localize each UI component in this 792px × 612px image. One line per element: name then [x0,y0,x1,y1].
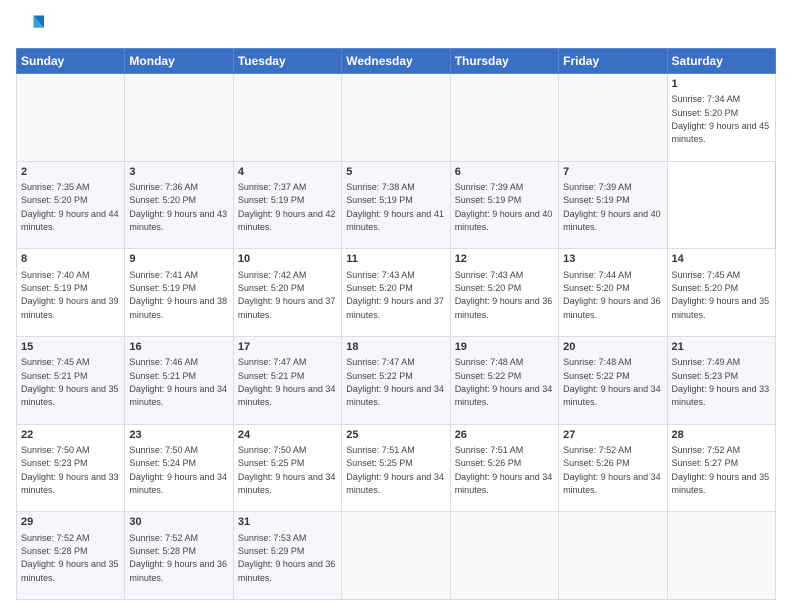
day-cell-13: 13Sunrise: 7:44 AMSunset: 5:20 PMDayligh… [559,249,667,337]
day-cell-17: 17Sunrise: 7:47 AMSunset: 5:21 PMDayligh… [233,336,341,424]
day-cell-19: 19Sunrise: 7:48 AMSunset: 5:22 PMDayligh… [450,336,558,424]
day-cell-25: 25Sunrise: 7:51 AMSunset: 5:25 PMDayligh… [342,424,450,512]
empty-cell [342,74,450,162]
day-cell-20: 20Sunrise: 7:48 AMSunset: 5:22 PMDayligh… [559,336,667,424]
empty-cell [559,74,667,162]
empty-cell [233,74,341,162]
calendar-week-1: 2Sunrise: 7:35 AMSunset: 5:20 PMDaylight… [17,161,776,249]
day-cell-21: 21Sunrise: 7:49 AMSunset: 5:23 PMDayligh… [667,336,775,424]
day-cell-2: 2Sunrise: 7:35 AMSunset: 5:20 PMDaylight… [17,161,125,249]
header [16,12,776,40]
calendar: SundayMondayTuesdayWednesdayThursdayFrid… [16,48,776,600]
calendar-week-3: 15Sunrise: 7:45 AMSunset: 5:21 PMDayligh… [17,336,776,424]
calendar-week-5: 29Sunrise: 7:52 AMSunset: 5:28 PMDayligh… [17,512,776,600]
day-cell-22: 22Sunrise: 7:50 AMSunset: 5:23 PMDayligh… [17,424,125,512]
day-cell-3: 3Sunrise: 7:36 AMSunset: 5:20 PMDaylight… [125,161,233,249]
logo-icon [16,12,44,40]
empty-cell [450,512,558,600]
day-cell-12: 12Sunrise: 7:43 AMSunset: 5:20 PMDayligh… [450,249,558,337]
page: SundayMondayTuesdayWednesdayThursdayFrid… [0,0,792,612]
calendar-header-row: SundayMondayTuesdayWednesdayThursdayFrid… [17,49,776,74]
day-cell-8: 8Sunrise: 7:40 AMSunset: 5:19 PMDaylight… [17,249,125,337]
empty-cell [17,74,125,162]
day-cell-27: 27Sunrise: 7:52 AMSunset: 5:26 PMDayligh… [559,424,667,512]
day-cell-24: 24Sunrise: 7:50 AMSunset: 5:25 PMDayligh… [233,424,341,512]
col-header-wednesday: Wednesday [342,49,450,74]
day-cell-11: 11Sunrise: 7:43 AMSunset: 5:20 PMDayligh… [342,249,450,337]
empty-cell [667,512,775,600]
col-header-monday: Monday [125,49,233,74]
day-cell-14: 14Sunrise: 7:45 AMSunset: 5:20 PMDayligh… [667,249,775,337]
empty-cell [450,74,558,162]
day-cell-16: 16Sunrise: 7:46 AMSunset: 5:21 PMDayligh… [125,336,233,424]
day-cell-31: 31Sunrise: 7:53 AMSunset: 5:29 PMDayligh… [233,512,341,600]
day-cell-10: 10Sunrise: 7:42 AMSunset: 5:20 PMDayligh… [233,249,341,337]
day-cell-28: 28Sunrise: 7:52 AMSunset: 5:27 PMDayligh… [667,424,775,512]
day-cell-7: 7Sunrise: 7:39 AMSunset: 5:19 PMDaylight… [559,161,667,249]
day-cell-26: 26Sunrise: 7:51 AMSunset: 5:26 PMDayligh… [450,424,558,512]
calendar-week-4: 22Sunrise: 7:50 AMSunset: 5:23 PMDayligh… [17,424,776,512]
col-header-thursday: Thursday [450,49,558,74]
col-header-saturday: Saturday [667,49,775,74]
col-header-friday: Friday [559,49,667,74]
day-cell-29: 29Sunrise: 7:52 AMSunset: 5:28 PMDayligh… [17,512,125,600]
empty-cell [125,74,233,162]
day-cell-6: 6Sunrise: 7:39 AMSunset: 5:19 PMDaylight… [450,161,558,249]
day-cell-15: 15Sunrise: 7:45 AMSunset: 5:21 PMDayligh… [17,336,125,424]
day-cell-9: 9Sunrise: 7:41 AMSunset: 5:19 PMDaylight… [125,249,233,337]
col-header-sunday: Sunday [17,49,125,74]
empty-cell [342,512,450,600]
calendar-week-0: 1Sunrise: 7:34 AMSunset: 5:20 PMDaylight… [17,74,776,162]
day-cell-5: 5Sunrise: 7:38 AMSunset: 5:19 PMDaylight… [342,161,450,249]
empty-cell [559,512,667,600]
day-cell-30: 30Sunrise: 7:52 AMSunset: 5:28 PMDayligh… [125,512,233,600]
day-cell-1: 1Sunrise: 7:34 AMSunset: 5:20 PMDaylight… [667,74,775,162]
logo [16,12,48,40]
col-header-tuesday: Tuesday [233,49,341,74]
day-cell-23: 23Sunrise: 7:50 AMSunset: 5:24 PMDayligh… [125,424,233,512]
day-cell-18: 18Sunrise: 7:47 AMSunset: 5:22 PMDayligh… [342,336,450,424]
calendar-week-2: 8Sunrise: 7:40 AMSunset: 5:19 PMDaylight… [17,249,776,337]
day-cell-4: 4Sunrise: 7:37 AMSunset: 5:19 PMDaylight… [233,161,341,249]
